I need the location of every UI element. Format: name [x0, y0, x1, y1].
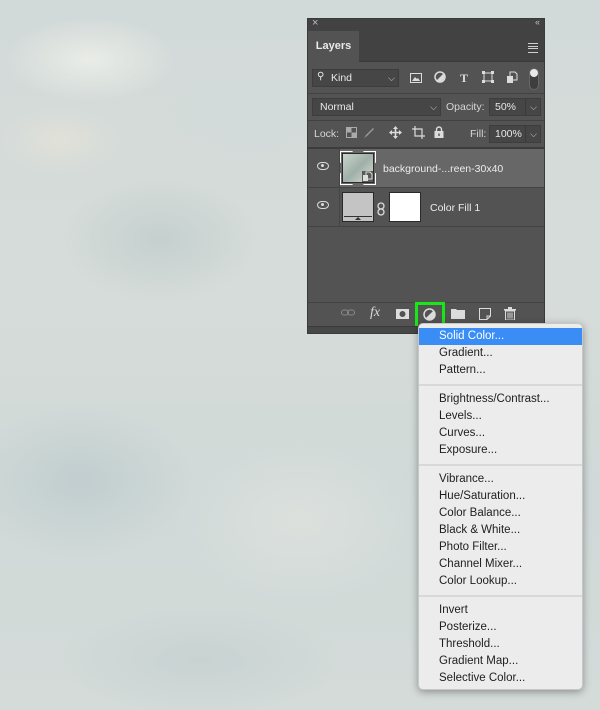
- lock-all-icon[interactable]: [433, 126, 445, 141]
- menu-item-channel-mixer[interactable]: Channel Mixer...: [419, 556, 582, 573]
- chevron-down-icon: ⌵: [388, 73, 395, 83]
- panel-menu-icon[interactable]: [528, 43, 538, 53]
- menu-item-black-white[interactable]: Black & White...: [419, 522, 582, 539]
- chain-link-icon[interactable]: [377, 202, 385, 219]
- filter-kind-select[interactable]: ⚲ Kind ⌵: [312, 69, 399, 87]
- adjustment-layer-menu: Solid Color... Gradient... Pattern... Br…: [418, 323, 583, 690]
- layers-panel: × ‹‹ Layers ⚲ Kind ⌵ T Normal ⌵ Opacity:…: [307, 17, 545, 334]
- fill-value: 100%: [495, 128, 522, 140]
- panel-tab-row: Layers: [308, 31, 544, 62]
- layer-mask-thumbnail[interactable]: [389, 192, 421, 222]
- lock-artboard-icon[interactable]: [411, 126, 425, 142]
- menu-item-curves[interactable]: Curves...: [419, 425, 582, 442]
- menu-item-exposure[interactable]: Exposure...: [419, 442, 582, 459]
- menu-item-levels[interactable]: Levels...: [419, 408, 582, 425]
- shape-filter-icon[interactable]: [481, 71, 495, 86]
- blend-mode-select[interactable]: Normal ⌵: [312, 98, 441, 116]
- fill-input[interactable]: 100% ⌵: [489, 125, 541, 143]
- layers-list: background-...reen-30x40 Color Fill 1: [308, 149, 544, 302]
- add-mask-icon[interactable]: [396, 308, 409, 322]
- menu-item-invert[interactable]: Invert: [419, 602, 582, 619]
- fx-icon[interactable]: fx: [370, 305, 380, 321]
- chevron-down-icon: ⌵: [430, 102, 437, 112]
- link-layers-icon[interactable]: [341, 307, 355, 321]
- filter-kind-value: Kind: [331, 72, 353, 84]
- fill-layer-thumbnail: [342, 192, 374, 222]
- smart-object-filter-icon[interactable]: [505, 71, 519, 87]
- menu-item-hue-saturation[interactable]: Hue/Saturation...: [419, 488, 582, 505]
- eye-icon[interactable]: [317, 201, 329, 209]
- menu-separator: [419, 384, 582, 386]
- eye-icon[interactable]: [317, 162, 329, 170]
- collapse-panel-icon[interactable]: ‹‹: [535, 17, 540, 27]
- chevron-down-icon[interactable]: ⌵: [530, 126, 537, 142]
- menu-item-photo-filter[interactable]: Photo Filter...: [419, 539, 582, 556]
- lock-position-icon[interactable]: [388, 126, 402, 142]
- smart-object-badge-icon: [362, 171, 373, 182]
- menu-item-gradient[interactable]: Gradient...: [419, 345, 582, 362]
- blend-mode-value: Normal: [320, 101, 354, 113]
- menu-item-selective-color[interactable]: Selective Color...: [419, 670, 582, 687]
- menu-separator: [419, 595, 582, 597]
- opacity-label: Opacity:: [446, 101, 485, 113]
- divider: [339, 149, 340, 227]
- menu-item-color-lookup[interactable]: Color Lookup...: [419, 573, 582, 590]
- lock-transparent-pixels-icon[interactable]: [345, 127, 357, 141]
- menu-item-threshold[interactable]: Threshold...: [419, 636, 582, 653]
- type-filter-icon[interactable]: T: [457, 71, 471, 85]
- chevron-down-icon[interactable]: ⌵: [530, 99, 537, 115]
- menu-item-solid-color[interactable]: Solid Color...: [419, 328, 582, 345]
- opacity-value: 50%: [495, 101, 517, 113]
- filter-row: ⚲ Kind ⌵ T: [308, 63, 544, 93]
- menu-separator: [419, 464, 582, 466]
- lock-row: Lock: Fill: 100% ⌵: [308, 121, 544, 147]
- opacity-input[interactable]: 50% ⌵: [489, 98, 541, 116]
- menu-item-gradient-map[interactable]: Gradient Map...: [419, 653, 582, 670]
- blend-row: Normal ⌵ Opacity: 50% ⌵: [308, 94, 544, 120]
- trash-icon[interactable]: [504, 307, 516, 323]
- layer-name[interactable]: Color Fill 1: [430, 202, 480, 214]
- tab-layers[interactable]: Layers: [308, 31, 359, 62]
- group-folder-icon[interactable]: [451, 308, 465, 322]
- layer-name[interactable]: background-...reen-30x40: [383, 163, 503, 175]
- fill-label: Fill:: [470, 128, 487, 140]
- menu-item-vibrance[interactable]: Vibrance...: [419, 471, 582, 488]
- close-panel-icon[interactable]: ×: [312, 17, 318, 29]
- menu-item-posterize[interactable]: Posterize...: [419, 619, 582, 636]
- lock-label: Lock:: [314, 128, 340, 140]
- filter-toggle-switch[interactable]: [529, 68, 539, 90]
- menu-item-pattern[interactable]: Pattern...: [419, 362, 582, 379]
- adjustment-layer-icon[interactable]: [423, 308, 436, 324]
- image-filter-icon[interactable]: [409, 72, 423, 86]
- new-layer-icon[interactable]: [479, 308, 491, 323]
- toggle-knob: [530, 69, 538, 77]
- panel-titlebar: × ‹‹: [308, 17, 544, 31]
- menu-item-color-balance[interactable]: Color Balance...: [419, 505, 582, 522]
- lock-image-pixels-icon[interactable]: [363, 127, 375, 142]
- visibility-cell[interactable]: [308, 149, 340, 188]
- adjustment-filter-icon[interactable]: [433, 71, 447, 86]
- search-icon: ⚲: [317, 71, 325, 82]
- layer-thumbnail: [342, 153, 374, 183]
- menu-item-brightness-contrast[interactable]: Brightness/Contrast...: [419, 391, 582, 408]
